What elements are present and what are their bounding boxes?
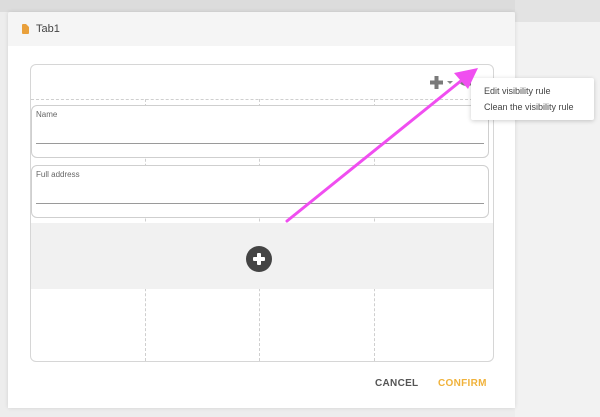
clean-visibility-rule-item[interactable]: Clean the visibility rule: [471, 99, 594, 115]
grid-divider: [31, 99, 493, 100]
file-icon: [22, 24, 29, 34]
add-row-button[interactable]: [246, 246, 272, 272]
cancel-button[interactable]: CANCEL: [375, 378, 418, 389]
modal-header: Tab1: [8, 12, 515, 46]
background-right-header: [515, 0, 600, 22]
confirm-button[interactable]: CONFIRM: [438, 378, 487, 389]
layout-grid: Name Full address: [30, 64, 494, 362]
field-label: Full address: [36, 170, 80, 179]
drop-zone: [31, 223, 493, 289]
background-right-panel: [515, 0, 600, 417]
plus-icon: [430, 75, 443, 89]
edit-visibility-rule-item[interactable]: Edit visibility rule: [471, 83, 594, 99]
background-topbar: [0, 0, 600, 12]
name-field[interactable]: Name: [31, 105, 489, 158]
field-label: Name: [36, 110, 58, 119]
tab-title[interactable]: Tab1: [36, 23, 60, 35]
layout-editor-modal: Tab1 Name Full address CANCEL CONFIRM: [8, 12, 515, 408]
modal-footer: CANCEL CONFIRM: [8, 366, 515, 408]
field-underline: [36, 203, 484, 204]
modal-body: Name Full address: [8, 46, 515, 366]
chevron-down-icon: [447, 80, 453, 84]
add-element-button[interactable]: [430, 75, 453, 89]
visibility-dropdown: Edit visibility rule Clean the visibilit…: [471, 78, 594, 120]
field-underline: [36, 143, 484, 144]
full-address-field[interactable]: Full address: [31, 165, 489, 218]
